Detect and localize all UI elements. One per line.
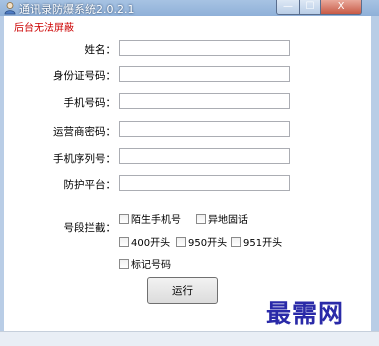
platform-label: 防护平台： — [63, 179, 117, 191]
watermark: 最需网 — [266, 299, 345, 328]
window-frame-right — [371, 16, 379, 331]
block-option-label: 400开头 — [131, 238, 171, 249]
close-button[interactable]: X — [320, 0, 362, 15]
block-option-label: 异地固话 — [208, 215, 248, 226]
block-option-stranger[interactable]: 陌生手机号 — [119, 211, 181, 226]
checkbox[interactable] — [119, 236, 129, 247]
run-button[interactable]: 运行 — [147, 277, 218, 304]
block-option-landline[interactable]: 异地固话 — [196, 211, 248, 226]
background-notice: 后台无法屏蔽 — [14, 23, 74, 34]
checkbox[interactable] — [119, 213, 129, 224]
number-block-label: 号段拦截： — [63, 222, 117, 234]
name-input[interactable] — [119, 40, 290, 56]
checkbox[interactable] — [196, 213, 206, 224]
checkbox[interactable] — [231, 236, 241, 247]
close-icon: X — [337, 1, 345, 12]
window-title: 通讯录防爆系统2.0.2.1 — [19, 3, 135, 16]
serial-label: 手机序列号： — [53, 153, 116, 165]
block-option-marked[interactable]: 标记号码 — [119, 256, 171, 271]
block-option-950[interactable]: 950开头 — [176, 234, 227, 249]
carrier-password-input[interactable] — [119, 121, 290, 137]
app-icon — [4, 2, 16, 15]
minimize-button[interactable]: — — [276, 0, 300, 15]
checkbox[interactable] — [176, 236, 186, 247]
phone-input[interactable] — [119, 93, 290, 109]
block-option-400[interactable]: 400开头 — [119, 234, 170, 249]
platform-input[interactable] — [119, 175, 290, 191]
minimize-icon: — — [283, 1, 293, 12]
title-bar: 通讯录防爆系统2.0.2.1 — ☐ X — [0, 0, 379, 16]
name-label: 姓名： — [84, 44, 117, 56]
maximize-button[interactable]: ☐ — [299, 0, 321, 15]
block-option-label: 陌生手机号 — [131, 215, 181, 226]
checkbox[interactable] — [119, 258, 129, 269]
block-option-951[interactable]: 951开头 — [231, 234, 282, 249]
id-number-input[interactable] — [119, 66, 290, 82]
status-bar — [0, 331, 379, 346]
id-number-label: 身份证号码： — [53, 70, 116, 82]
serial-input[interactable] — [119, 148, 290, 164]
maximize-icon: ☐ — [305, 1, 315, 12]
block-option-label: 标记号码 — [131, 260, 171, 271]
block-option-label: 950开头 — [188, 238, 228, 249]
carrier-password-label: 运营商密码： — [53, 126, 116, 138]
block-option-label: 951开头 — [243, 238, 283, 249]
phone-label: 手机号码： — [63, 97, 117, 109]
